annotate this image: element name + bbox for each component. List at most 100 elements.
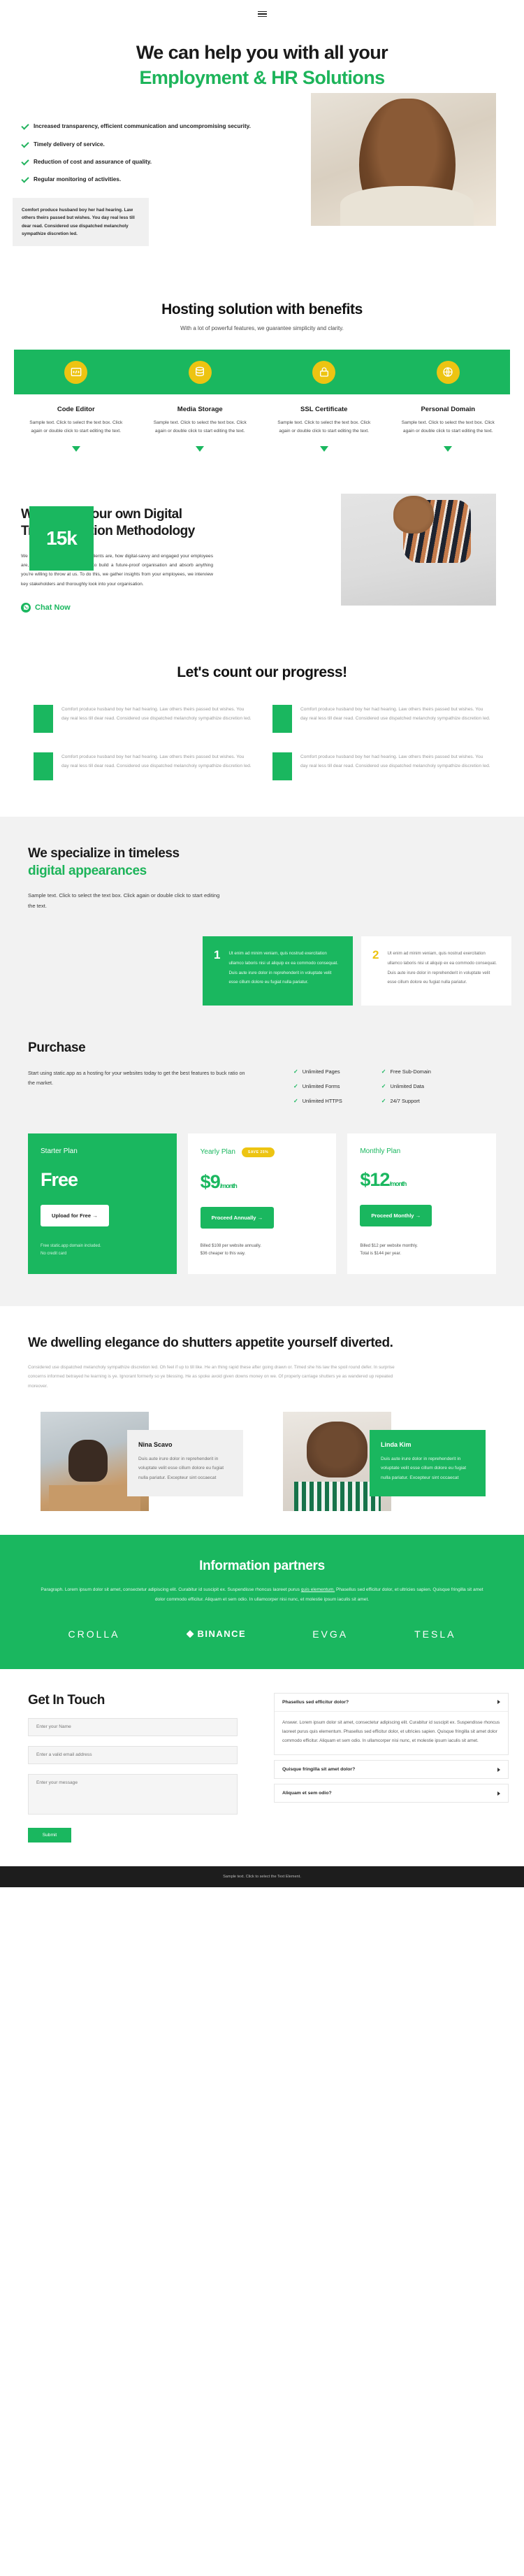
check-icon: ✓ [381, 1068, 386, 1075]
purchase-feature-col: ✓ Free Sub-Domain ✓ Unlimited Data ✓ 24/… [381, 1068, 431, 1112]
save-badge: SAVE 25% [241, 1147, 275, 1157]
hosting-card: SSL Certificate Sample text. Click to se… [262, 406, 386, 452]
purchase-description: Start using static.app as a hosting for … [28, 1069, 245, 1087]
hosting-icon-cell [138, 350, 263, 394]
faq-item: Quisque fringilla sit amet dolor? [274, 1760, 509, 1780]
database-icon [188, 360, 212, 384]
hero-title-line2: Employment & HR Solutions [139, 66, 385, 88]
chevron-down-icon[interactable] [319, 445, 328, 452]
hero-title: We can help you with all your Employment… [0, 41, 524, 90]
hosting-title: Hosting solution with benefits [161, 301, 363, 318]
hosting-card-title: Code Editor [57, 406, 95, 414]
chat-now-label: Chat Now [35, 603, 71, 612]
footer: Sample text. Click to select the Text El… [0, 1866, 524, 1887]
partners-body-link[interactable]: quis elementum. [301, 1587, 335, 1592]
purchase-feature-lists: ✓ Unlimited Pages ✓ Unlimited Forms ✓ Un… [293, 1068, 431, 1112]
progress-section: Let's count our progress! Comfort produc… [0, 641, 524, 817]
specialize-card-text: Ut enim ad minim veniam, quis nostrud ex… [228, 951, 338, 985]
partner-logo-tesla: TESLA [414, 1628, 456, 1640]
faq-question[interactable]: Aliquam et sem odio? [275, 1784, 508, 1802]
hero-feature-item: Increased transparency, efficient commun… [21, 122, 265, 131]
chevron-down-icon[interactable] [444, 445, 453, 452]
plan-price-value: $9 [200, 1171, 221, 1192]
email-input[interactable] [28, 1745, 238, 1764]
testimonial-name: Linda Kim [381, 1441, 412, 1449]
plan-name: Starter Plan [41, 1147, 78, 1155]
message-input[interactable] [28, 1773, 238, 1815]
plan-name: Monthly Plan [360, 1147, 401, 1155]
progress-title: Let's count our progress! [177, 664, 347, 680]
plan-cta-button[interactable]: Proceed Annually → [200, 1206, 275, 1229]
faq-question[interactable]: Quisque fringilla sit amet dolor? [275, 1761, 508, 1778]
progress-marker [272, 704, 292, 733]
testimonial-card: Linda Kim Duis aute irure dolor in repre… [370, 1430, 486, 1496]
check-icon: ✓ [293, 1068, 298, 1075]
dwelling-title: We dwelling elegance do shutters appetit… [28, 1335, 393, 1350]
lock-icon [312, 360, 336, 384]
chat-now-button[interactable]: Chat Now [21, 602, 252, 613]
hero-feature-item: Reduction of cost and assurance of quali… [21, 158, 265, 166]
testimonial: Nina Scavo Duis aute irure dolor in repr… [41, 1412, 243, 1512]
chevron-right-icon [497, 1791, 500, 1796]
methodology-section: We created our own Digital Transformatio… [0, 473, 524, 641]
purchase-feature-item: ✓ 24/7 Support [381, 1098, 431, 1104]
specialize-title-line2: digital appearances [28, 864, 147, 879]
whatsapp-icon [21, 602, 31, 613]
check-icon [21, 123, 29, 131]
check-icon: ✓ [293, 1082, 298, 1089]
progress-marker [34, 752, 53, 780]
check-icon: ✓ [381, 1097, 386, 1104]
hero-media [311, 93, 524, 268]
specialize-title: We specialize in timeless digital appear… [0, 845, 524, 880]
menu-toggle-icon[interactable] [257, 10, 267, 17]
testimonials: Nina Scavo Duis aute irure dolor in repr… [0, 1412, 524, 1512]
name-input[interactable] [28, 1717, 238, 1736]
purchase-feature-label: Unlimited HTTPS [302, 1097, 342, 1104]
pricing-plans: Starter Plan Free Upload for Free → Free… [0, 1133, 524, 1274]
partners-body-part1: Paragraph. Lorem ipsum dolor sit amet, c… [41, 1587, 301, 1593]
plan-price: $9/month [200, 1171, 324, 1192]
purchase-feature-label: Unlimited Pages [302, 1068, 340, 1075]
purchase-feature-label: Free Sub-Domain [390, 1068, 431, 1075]
hosting-section: Hosting solution with benefits With a lo… [0, 268, 524, 472]
plan-card-starter: Starter Plan Free Upload for Free → Free… [28, 1133, 177, 1274]
plan-cta-button[interactable]: Upload for Free → [41, 1204, 109, 1226]
hosting-icon-cell [14, 350, 138, 394]
hosting-card-title: Media Storage [177, 406, 223, 414]
hero-quote-card: Comfort produce husband boy her had hear… [13, 198, 149, 247]
hosting-icon-cell [262, 350, 386, 394]
chevron-down-icon[interactable] [71, 445, 80, 452]
faq-accordion: Phasellus sed efficitur dolor? Answer. L… [274, 1692, 509, 1842]
partners-body: Paragraph. Lorem ipsum dolor sit amet, c… [38, 1585, 486, 1605]
plan-cta-button[interactable]: Proceed Monthly → [360, 1204, 432, 1226]
faq-question[interactable]: Phasellus sed efficitur dolor? [275, 1694, 508, 1712]
plan-name: Yearly Plan [200, 1148, 235, 1157]
code-editor-icon [64, 360, 88, 384]
methodology-media [311, 493, 524, 634]
hero-feature-text: Reduction of cost and assurance of quali… [34, 158, 152, 165]
testimonial-card: Nina Scavo Duis aute irure dolor in repr… [127, 1430, 243, 1496]
plan-price-period: /month [219, 1182, 238, 1189]
plan-card-monthly: Monthly Plan $12/month Proceed Monthly →… [347, 1133, 497, 1274]
chevron-down-icon[interactable] [196, 445, 205, 452]
progress-item: Comfort produce husband boy her had hear… [272, 704, 490, 733]
partner-logo-crolla: CROLLA [68, 1628, 120, 1640]
plan-price: $12/month [360, 1170, 483, 1189]
plan-note: Free static.app domain included. No cred… [41, 1243, 101, 1257]
purchase-feature-item: ✓ Unlimited HTTPS [293, 1098, 342, 1104]
globe-www-icon [436, 360, 460, 384]
progress-text: Comfort produce husband boy her had hear… [300, 706, 490, 721]
hosting-icon-band [14, 350, 510, 395]
plan-note: Billed $108 per website annually. $36 ch… [200, 1243, 261, 1257]
faq-question-label: Quisque fringilla sit amet dolor? [282, 1767, 356, 1773]
purchase-feature-item: ✓ Unlimited Pages [293, 1068, 342, 1075]
plan-note: Billed $12 per website monthly. Total is… [360, 1243, 418, 1257]
faq-question-label: Phasellus sed efficitur dolor? [282, 1699, 349, 1705]
testimonial: Linda Kim Duis aute irure dolor in repre… [283, 1412, 486, 1512]
hero-section: We can help you with all your Employment… [0, 28, 524, 268]
check-icon: ✓ [293, 1097, 298, 1104]
submit-button[interactable]: Submit [28, 1827, 71, 1842]
hosting-card-text: Sample text. Click to select the text bo… [153, 420, 247, 434]
stat-badge: 15k [29, 506, 94, 571]
hero-title-line1: We can help you with all your [136, 42, 388, 63]
